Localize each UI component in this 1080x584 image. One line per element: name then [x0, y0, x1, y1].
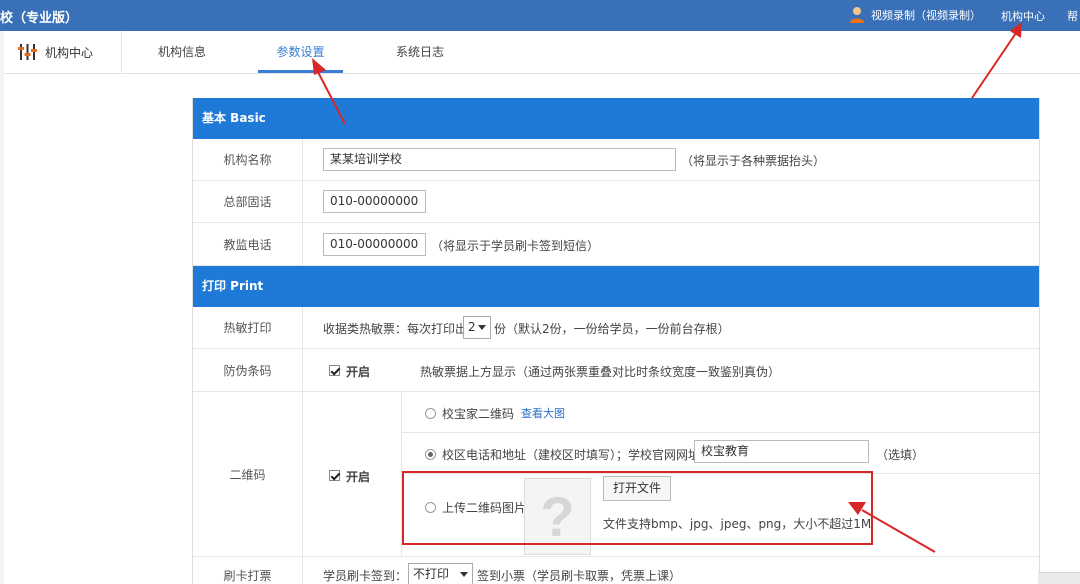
school-website-input[interactable]: 校宝教育 [694, 440, 869, 463]
user-label: 视频录制（视频录制） [871, 8, 981, 22]
supervisor-phone-label: 教监电话 [193, 223, 303, 265]
qrcode-option-1: 校宝家二维码 查看大图 [401, 392, 1039, 433]
qrcode-checkbox[interactable] [329, 470, 340, 481]
supervisor-phone-input[interactable]: 010-00000000 [323, 233, 426, 256]
qrcode-option-2: 校区电话和地址（建校区时填写）；学校官网网址 校宝教育 （选填） [401, 433, 1039, 474]
barcode-desc: 热敏票据上方显示（通过两张票重叠对比时条纹宽度一致鉴别真伪） [420, 365, 781, 379]
card-print-label: 刷卡打票 [193, 557, 303, 584]
supervisor-phone-hint: （将显示于学员刷卡签到短信） [431, 239, 600, 253]
copies-value: 2 [468, 320, 476, 334]
sliders-icon [18, 44, 37, 60]
chevron-down-icon [460, 572, 468, 577]
thermal-print-label: 热敏打印 [193, 307, 303, 348]
barcode-checkbox[interactable] [329, 365, 340, 376]
tab-settings[interactable]: 参数设置 [258, 31, 343, 73]
row-card-print: 刷卡打票 学员刷卡签到： 不打印 签到小票（学员刷卡取票，凭票上课） [193, 557, 1039, 584]
user-menu[interactable]: 视频录制（视频录制） [849, 6, 981, 23]
tab-home[interactable]: 机构中心 [4, 31, 122, 73]
view-large-image-link[interactable]: 查看大图 [521, 405, 565, 421]
card-print-select[interactable]: 不打印 [408, 563, 473, 584]
org-name-input[interactable]: 某某培训学校 [323, 148, 676, 171]
card-print-prefix: 学员刷卡签到： [323, 569, 408, 583]
app-title: 校（专业版） [0, 11, 79, 26]
chevron-down-icon [478, 325, 486, 330]
qrcode-opt1-label: 校宝家二维码 [442, 407, 515, 421]
card-print-suffix: 签到小票（学员刷卡取票，凭票上课） [477, 569, 682, 583]
hq-phone-input[interactable]: 010-00000000 [323, 190, 426, 213]
user-icon [850, 7, 864, 23]
barcode-check-label: 开启 [346, 365, 371, 379]
qrcode-label: 二维码 [193, 392, 303, 556]
qrcode-check-label: 开启 [346, 470, 371, 484]
horizontal-scrollbar[interactable] [1038, 572, 1080, 584]
qrcode-opt2-radio[interactable] [425, 449, 436, 460]
tab-org-info[interactable]: 机构信息 [142, 31, 222, 73]
tab-bar: 机构中心 机构信息 参数设置 系统日志 [4, 31, 1080, 74]
row-supervisor-phone: 教监电话 010-00000000 （将显示于学员刷卡签到短信） [193, 223, 1039, 266]
section-print-heading: 打印 Print [193, 266, 1039, 307]
thermal-suffix: 份（默认2份，一份给学员，一份前台存根） [494, 322, 730, 336]
top-bar: 校（专业版） 视频录制（视频录制） 机构中心 帮 [0, 0, 1080, 31]
barcode-label: 防伪条码 [193, 349, 303, 391]
thermal-prefix: 收据类热敏票：每次打印出 [323, 322, 468, 336]
qrcode-opt2-label: 校区电话和地址（建校区时填写）；学校官网网址 [442, 448, 701, 462]
section-basic-heading: 基本 Basic [193, 98, 1039, 139]
row-thermal-print: 热敏打印 收据类热敏票：每次打印出 2 份（默认2份，一份给学员，一份前台存根） [193, 307, 1039, 349]
copies-select[interactable]: 2 [463, 316, 491, 339]
org-name-hint: （将显示于各种票据抬头） [681, 154, 826, 168]
row-org-name: 机构名称 某某培训学校 （将显示于各种票据抬头） [193, 139, 1039, 181]
tab-home-label: 机构中心 [45, 45, 94, 60]
hq-phone-label: 总部固话 [193, 181, 303, 222]
row-barcode: 防伪条码 开启 热敏票据上方显示（通过两张票重叠对比时条纹宽度一致鉴别真伪） [193, 349, 1039, 392]
org-name-label: 机构名称 [193, 139, 303, 180]
tab-system-log[interactable]: 系统日志 [380, 31, 460, 73]
card-print-select-value: 不打印 [413, 567, 450, 581]
row-hq-phone: 总部固话 010-00000000 [193, 181, 1039, 223]
help-link[interactable]: 帮 [1067, 8, 1078, 24]
annotation-highlight-box [402, 471, 873, 545]
org-center-link[interactable]: 机构中心 [1001, 8, 1045, 24]
qrcode-opt1-radio[interactable] [425, 408, 436, 419]
school-website-hint: （选填） [876, 448, 925, 462]
